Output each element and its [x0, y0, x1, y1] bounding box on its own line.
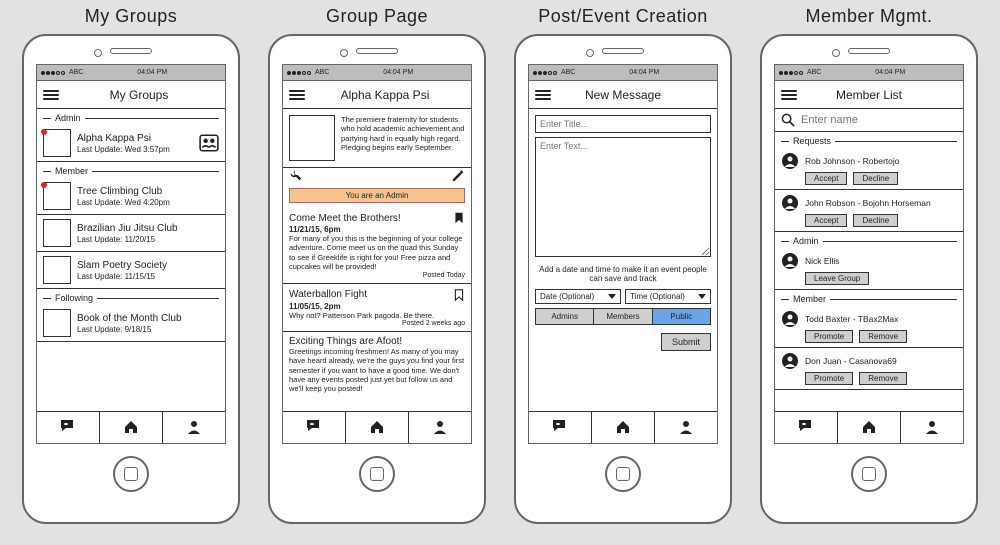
- menu-icon[interactable]: [535, 90, 551, 100]
- section-following: Following: [43, 293, 219, 303]
- tab-home[interactable]: [838, 412, 901, 443]
- column-title: Member Mgmt.: [805, 6, 932, 30]
- status-bar: ABC 04:04 PM: [529, 65, 717, 81]
- group-item-bjj[interactable]: Brazilian Jiu Jitsu ClubLast Update: 11/…: [37, 215, 225, 252]
- audience-tab-members[interactable]: Members: [594, 309, 652, 324]
- bookmark-icon[interactable]: [453, 211, 465, 225]
- decline-button[interactable]: Decline: [853, 214, 898, 227]
- remove-button[interactable]: Remove: [859, 330, 907, 343]
- home-button[interactable]: [113, 456, 149, 492]
- group-item-tree[interactable]: Tree Climbing ClubLast Update: Wed 4:20p…: [37, 178, 225, 215]
- avatar-icon: [781, 252, 799, 270]
- post-item[interactable]: Waterballon Fight 11/05/15, 2pm Why not?…: [283, 284, 471, 332]
- member-item: Todd Baxter - TBax2Max PromoteRemove: [775, 306, 963, 348]
- group-thumb: [43, 129, 71, 157]
- tab-home[interactable]: [592, 412, 655, 443]
- leave-group-button[interactable]: Leave Group: [805, 272, 869, 285]
- title-input[interactable]: [535, 115, 711, 133]
- audience-tab-public[interactable]: Public: [653, 309, 710, 324]
- menu-icon[interactable]: [43, 90, 59, 100]
- tab-profile[interactable]: [409, 412, 471, 443]
- phone-frame: ABC 04:04 PM Alpha Kappa Psi The premier…: [268, 34, 486, 524]
- post-item[interactable]: Exciting Things are Afoot! Greetings inc…: [283, 332, 471, 398]
- member-item: Don Juan - Casanova69 PromoteRemove: [775, 348, 963, 390]
- avatar-icon: [781, 352, 799, 370]
- home-button[interactable]: [605, 456, 641, 492]
- body-textarea[interactable]: [535, 137, 711, 257]
- phone-frame: ABC 04:04 PM My Groups Admin Alpha Kappa…: [22, 34, 240, 524]
- group-item-slam[interactable]: Slam Poetry SocietyLast Update: 11/15/15: [37, 252, 225, 289]
- section-admin: Admin: [781, 236, 957, 246]
- group-icon: [199, 134, 219, 152]
- search-icon: [781, 113, 795, 127]
- post-item[interactable]: Come Meet the Brothers! 11/21/15, 6pm Fo…: [283, 207, 471, 284]
- avatar-icon: [781, 194, 799, 212]
- status-bar: ABC 04:04 PM: [37, 65, 225, 81]
- tab-profile[interactable]: [655, 412, 717, 443]
- promote-button[interactable]: Promote: [805, 372, 853, 385]
- time-select[interactable]: Time (Optional): [625, 289, 711, 304]
- admin-item: Nick Ellis Leave Group: [775, 248, 963, 290]
- decline-button[interactable]: Decline: [853, 172, 898, 185]
- admin-banner: You are an Admin: [289, 188, 465, 203]
- unread-dot: [41, 129, 47, 135]
- wrench-icon[interactable]: [289, 168, 303, 182]
- submit-button[interactable]: Submit: [661, 333, 711, 351]
- tab-home[interactable]: [346, 412, 409, 443]
- page-title: New Message: [551, 88, 695, 102]
- group-description: The premiere fraternity for students who…: [341, 115, 465, 161]
- menu-icon[interactable]: [781, 90, 797, 100]
- column-title: My Groups: [85, 6, 178, 30]
- accept-button[interactable]: Accept: [805, 214, 847, 227]
- page-title: My Groups: [59, 88, 219, 102]
- status-bar: ABC 04:04 PM: [283, 65, 471, 81]
- menu-icon[interactable]: [289, 90, 305, 100]
- bookmark-icon[interactable]: [453, 288, 465, 302]
- tab-profile[interactable]: [163, 412, 225, 443]
- group-thumb: [289, 115, 335, 161]
- tab-chat[interactable]: [775, 412, 838, 443]
- remove-button[interactable]: Remove: [859, 372, 907, 385]
- group-item-book[interactable]: Book of the Month ClubLast Update: 9/18/…: [37, 305, 225, 342]
- request-item: Rob Johnson - Robertojo AcceptDecline: [775, 148, 963, 190]
- section-member: Member: [781, 294, 957, 304]
- tab-chat[interactable]: [37, 412, 100, 443]
- pencil-icon[interactable]: [451, 168, 465, 182]
- phone-frame: ABC 04:04 PM New Message Add a date and …: [514, 34, 732, 524]
- unread-dot: [41, 182, 47, 188]
- page-title: Alpha Kappa Psi: [305, 88, 465, 102]
- member-search-input[interactable]: [801, 114, 957, 126]
- audience-tab-admins[interactable]: Admins: [536, 309, 594, 324]
- home-button[interactable]: [851, 456, 887, 492]
- avatar-icon: [781, 152, 799, 170]
- chevron-down-icon: [698, 294, 706, 299]
- accept-button[interactable]: Accept: [805, 172, 847, 185]
- tab-chat[interactable]: [529, 412, 592, 443]
- group-item-akp[interactable]: Alpha Kappa PsiLast Update: Wed 3:57pm: [37, 125, 225, 162]
- promote-button[interactable]: Promote: [805, 330, 853, 343]
- section-requests: Requests: [781, 136, 957, 146]
- avatar-icon: [781, 310, 799, 328]
- tab-profile[interactable]: [901, 412, 963, 443]
- column-title: Group Page: [326, 6, 428, 30]
- request-item: John Robson - Bojohn Horseman AcceptDecl…: [775, 190, 963, 232]
- chevron-down-icon: [608, 294, 616, 299]
- section-member: Member: [43, 166, 219, 176]
- tab-home[interactable]: [100, 412, 163, 443]
- tab-chat[interactable]: [283, 412, 346, 443]
- section-admin: Admin: [43, 113, 219, 123]
- home-button[interactable]: [359, 456, 395, 492]
- status-bar: ABC 04:04 PM: [775, 65, 963, 81]
- column-title: Post/Event Creation: [538, 6, 708, 30]
- event-hint: Add a date and time to make it an event …: [535, 265, 711, 283]
- date-select[interactable]: Date (Optional): [535, 289, 621, 304]
- page-title: Member List: [797, 88, 941, 102]
- phone-frame: ABC 04:04 PM Member List Requests Rob Jo…: [760, 34, 978, 524]
